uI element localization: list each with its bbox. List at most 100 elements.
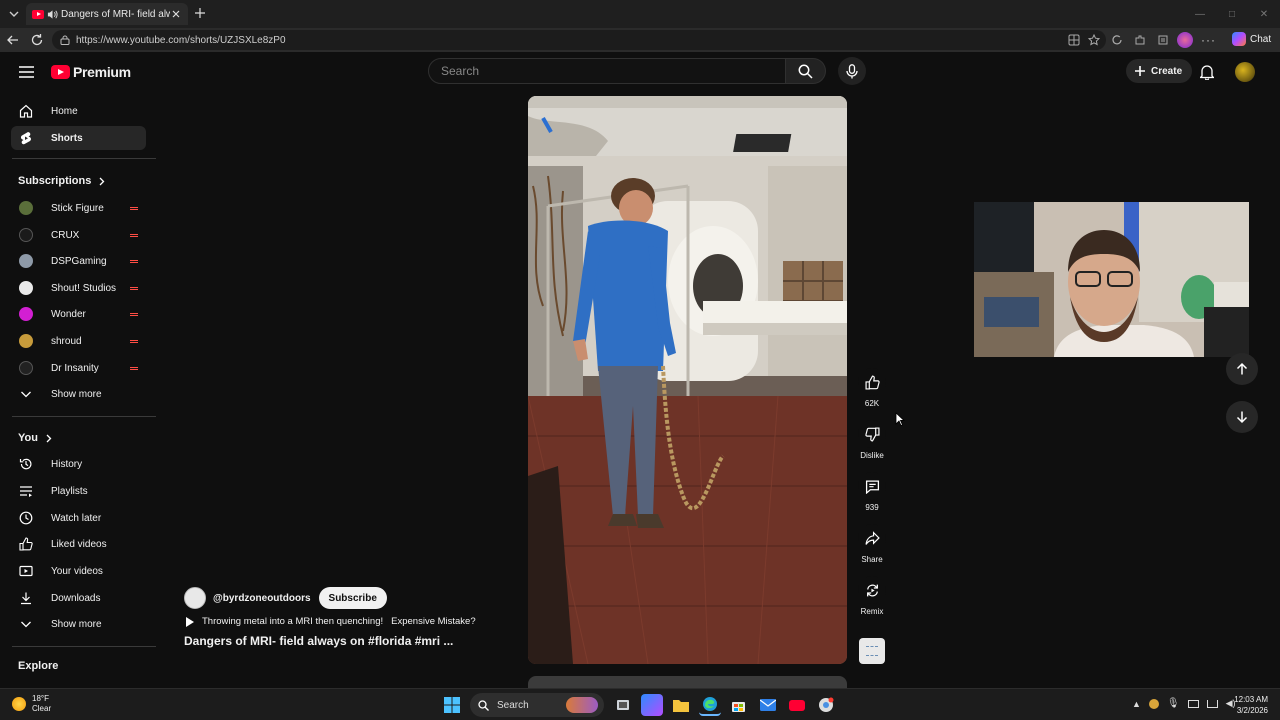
chevron-down-icon: [21, 391, 31, 398]
sidebar-channel-shroud[interactable]: shroud: [11, 329, 146, 353]
next-short-preview[interactable]: [528, 676, 847, 688]
sidebar-item-downloads[interactable]: Downloads: [11, 586, 146, 610]
sound-row[interactable]: Throwing metal into a MRI then quenching…: [184, 616, 504, 627]
network-icon[interactable]: [1206, 699, 1218, 708]
subscriptions-heading[interactable]: Subscriptions: [18, 175, 105, 187]
voice-search-button[interactable]: [838, 57, 866, 85]
sidebar-item-your-videos[interactable]: Your videos: [11, 559, 146, 583]
url-field[interactable]: https://www.youtube.com/shorts/UZJSXLe8z…: [52, 30, 1106, 50]
search-input[interactable]: Search: [428, 58, 786, 84]
new-tab-plus-icon[interactable]: [194, 7, 206, 19]
mail-icon: [759, 699, 776, 711]
comments-button[interactable]: 939: [858, 472, 886, 512]
share-button[interactable]: Share: [858, 524, 886, 564]
show-more-you[interactable]: Show more: [11, 612, 146, 636]
next-short-button[interactable]: [1226, 401, 1258, 433]
chrome-app-icon[interactable]: [815, 694, 837, 716]
tray-overflow-chevron-icon[interactable]: ▲: [1132, 699, 1141, 709]
search-highlight-icon: [566, 697, 598, 713]
collections-icon[interactable]: [1157, 34, 1169, 46]
sidebar-channel-stick-figure[interactable]: Stick Figure: [11, 196, 146, 220]
live-indicator-icon: [130, 340, 138, 343]
extensions-icon[interactable]: [1134, 34, 1146, 46]
favorite-star-icon[interactable]: [1088, 34, 1100, 46]
back-arrow-icon[interactable]: [6, 33, 20, 47]
speaker-audio-icon[interactable]: [47, 9, 58, 20]
sidebar-channel-crux[interactable]: CRUX: [11, 223, 146, 247]
dislike-button[interactable]: Dislike: [858, 420, 886, 460]
account-avatar[interactable]: [1235, 62, 1255, 82]
sidebar-channel-wonder[interactable]: Wonder: [11, 302, 146, 326]
show-more-subscriptions[interactable]: Show more: [11, 382, 146, 406]
shorts-video-player[interactable]: [528, 96, 847, 664]
sound-thumbnail-button[interactable]: [859, 638, 885, 664]
site-info-icon[interactable]: [60, 35, 70, 45]
extensions-refresh-icon[interactable]: [1111, 34, 1123, 46]
sidebar-channel-shout-studios[interactable]: Shout! Studios: [11, 276, 146, 300]
microphone-tray-icon[interactable]: 🎙: [1167, 698, 1180, 709]
tab-list-chevron-icon[interactable]: [6, 6, 22, 22]
youtube-app-icon[interactable]: [786, 694, 808, 716]
display-icon[interactable]: [1187, 699, 1199, 708]
short-title[interactable]: Dangers of MRI- field always on #florida…: [184, 634, 504, 648]
create-button[interactable]: Create: [1126, 59, 1193, 83]
sidebar-item-shorts[interactable]: Shorts: [11, 126, 146, 150]
notifications-bell-icon[interactable]: [1200, 64, 1214, 80]
sidebar-divider: [12, 646, 156, 647]
youtube-premium-logo[interactable]: Premium: [51, 64, 131, 80]
comment-icon: [865, 480, 879, 494]
arrow-down-icon: [1236, 411, 1248, 424]
sidebar-item-watch-later[interactable]: Watch later: [11, 506, 146, 530]
maximize-icon[interactable]: □: [1216, 0, 1248, 28]
sidebar-item-liked-videos[interactable]: Liked videos: [11, 532, 146, 556]
sidebar-item-home[interactable]: Home: [11, 99, 146, 123]
tray-app-icon[interactable]: [1148, 698, 1159, 709]
sound-text: Throwing metal into a MRI then quenching…: [202, 616, 384, 627]
previous-short-button[interactable]: [1226, 353, 1258, 385]
edge-browser-icon[interactable]: [698, 694, 721, 716]
weather-widget[interactable]: 18°F Clear: [12, 694, 51, 714]
thumbs-up-icon: [19, 537, 33, 551]
channel-avatar[interactable]: [184, 587, 206, 609]
subscribe-button[interactable]: Subscribe: [318, 587, 387, 609]
copilot-chat-button[interactable]: Chat: [1232, 32, 1271, 46]
shorts-icon: [20, 132, 32, 145]
mail-app-icon[interactable]: [757, 694, 779, 716]
close-window-icon[interactable]: ✕: [1248, 0, 1280, 28]
you-heading[interactable]: You: [18, 432, 52, 444]
subscriptions-heading-label: Subscriptions: [18, 175, 92, 187]
task-view-icon: [616, 700, 629, 710]
menu-hamburger-icon[interactable]: [19, 65, 34, 79]
search-placeholder: Search: [441, 64, 480, 78]
profile-avatar-icon[interactable]: [1177, 32, 1193, 48]
task-view-button[interactable]: [612, 694, 634, 716]
copilot-app-icon[interactable]: [640, 694, 663, 716]
remix-button[interactable]: Remix: [858, 576, 886, 616]
logo-text: Premium: [73, 64, 131, 80]
more-options-icon[interactable]: ···: [1201, 33, 1216, 47]
refresh-icon[interactable]: [30, 33, 44, 47]
like-button[interactable]: 62K: [858, 368, 886, 408]
thumbs-down-icon: [864, 426, 880, 442]
search-button[interactable]: [786, 58, 826, 84]
youtube-masthead: Premium Search Create: [0, 52, 1280, 92]
microsoft-store-icon[interactable]: [728, 694, 750, 716]
sidebar-item-history[interactable]: History: [11, 452, 146, 476]
file-explorer-icon[interactable]: [670, 694, 692, 716]
browser-tab-active[interactable]: Dangers of MRI- field always: [26, 3, 188, 25]
minimize-icon[interactable]: —: [1184, 0, 1216, 28]
sidebar-item-playlists[interactable]: Playlists: [11, 479, 146, 503]
mouse-cursor-icon: [895, 412, 905, 426]
start-button[interactable]: [441, 694, 463, 716]
channel-name[interactable]: @byrdzoneoutdoors: [213, 593, 311, 604]
app-available-icon[interactable]: [1068, 34, 1080, 46]
chrome-logo-icon: [818, 697, 833, 712]
taskbar-search[interactable]: Search: [470, 693, 604, 717]
taskbar-clock[interactable]: 12:03 AM 3/2/2026: [1232, 694, 1268, 716]
webcam-overlay: [974, 202, 1249, 357]
windows-logo-icon: [443, 697, 460, 713]
sidebar-item-label: Liked videos: [51, 538, 107, 550]
close-tab-icon[interactable]: [170, 8, 182, 20]
sidebar-channel-dspgaming[interactable]: DSPGaming: [11, 249, 146, 273]
sidebar-channel-dr-insanity[interactable]: Dr Insanity: [11, 356, 146, 380]
